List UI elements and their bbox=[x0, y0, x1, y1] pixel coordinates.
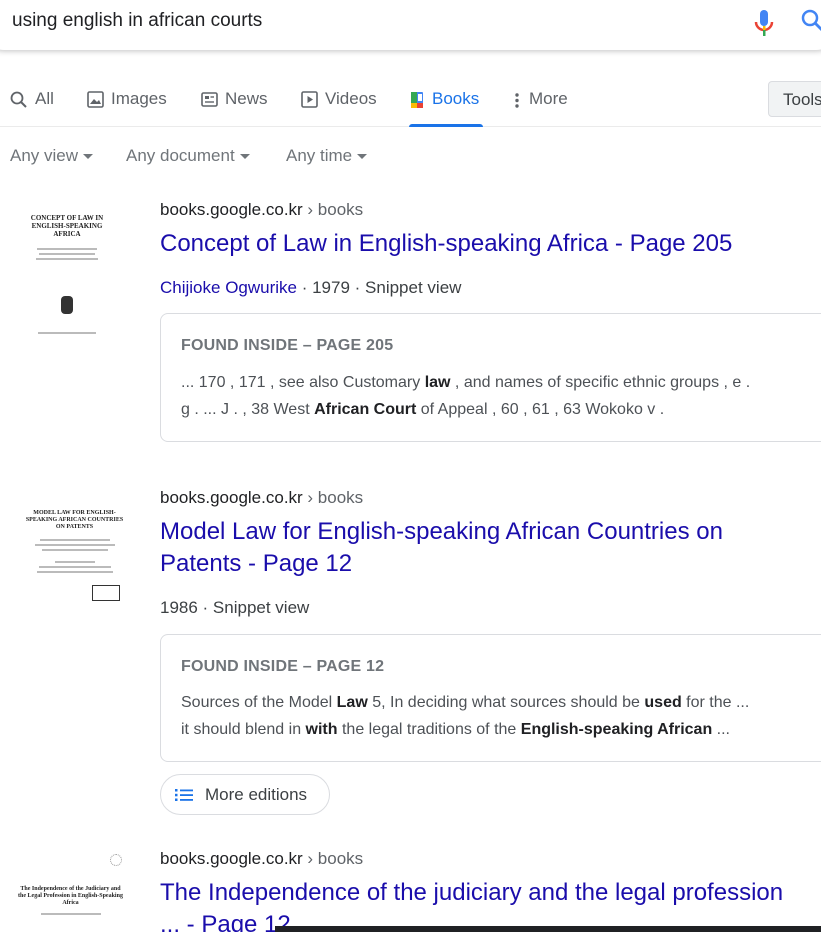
snippet-card: FOUND INSIDE – PAGE 12 Sources of the Mo… bbox=[160, 634, 821, 762]
search-tabs: All Images News Videos Books More Tools bbox=[0, 80, 821, 127]
filter-any-time[interactable]: Any time bbox=[286, 146, 368, 166]
microphone-icon[interactable] bbox=[753, 8, 775, 38]
author-link[interactable]: Chijioke Ogwurike bbox=[160, 278, 297, 297]
result-meta: 1986 · Snippet view bbox=[160, 598, 310, 617]
video-icon bbox=[301, 91, 318, 108]
result-cite: books.google.co.kr › books bbox=[160, 849, 364, 868]
result-title-link[interactable]: Model Law for English-speaking African C… bbox=[160, 516, 820, 580]
found-inside-label: FOUND INSIDE – PAGE 12 bbox=[181, 658, 385, 675]
tab-all[interactable]: All bbox=[10, 89, 54, 127]
filter-any-view[interactable]: Any view bbox=[10, 146, 94, 166]
book-cover-thumbnail[interactable]: MODEL LAW FOR ENGLISH-SPEAKING AFRICAN C… bbox=[22, 508, 127, 668]
more-vert-icon bbox=[515, 93, 519, 108]
caret-down-icon bbox=[83, 153, 94, 159]
tab-more[interactable]: More bbox=[512, 89, 568, 127]
tab-videos[interactable]: Videos bbox=[301, 89, 377, 127]
result-title-link[interactable]: Concept of Law in English-speaking Afric… bbox=[160, 228, 820, 260]
stamp-icon bbox=[92, 585, 120, 601]
emblem-icon bbox=[61, 296, 73, 314]
tab-books[interactable]: Books bbox=[409, 89, 483, 127]
more-editions-button[interactable]: More editions bbox=[160, 774, 330, 815]
taskbar-edge bbox=[275, 926, 821, 932]
snippet-card: FOUND INSIDE – PAGE 205 ... 170 , 171 , … bbox=[160, 313, 821, 442]
result-title-link[interactable]: The Independence of the judiciary and th… bbox=[160, 877, 820, 932]
image-icon bbox=[87, 91, 104, 108]
result-cite: books.google.co.kr › books bbox=[160, 488, 364, 507]
result-cite: books.google.co.kr › books bbox=[160, 200, 364, 219]
emblem-icon bbox=[110, 854, 122, 866]
tools-button[interactable]: Tools bbox=[768, 81, 821, 117]
news-icon bbox=[201, 92, 218, 107]
snippet-text: Sources of the Model Law 5, In deciding … bbox=[181, 694, 750, 738]
book-cover-thumbnail[interactable]: The Independence of the Judiciary and th… bbox=[18, 850, 123, 932]
filter-any-document[interactable]: Any document bbox=[126, 146, 250, 166]
book-cover-thumbnail[interactable]: CONCEPT OF LAW IN ENGLISH-SPEAKING AFRIC… bbox=[27, 210, 107, 370]
caret-down-icon bbox=[239, 153, 250, 159]
snippet-text: ... 170 , 171 , see also Customary law ,… bbox=[181, 374, 751, 418]
search-input[interactable]: using english in african courts bbox=[12, 10, 262, 32]
book-icon bbox=[411, 92, 423, 108]
found-inside-label: FOUND INSIDE – PAGE 205 bbox=[181, 337, 394, 354]
result-meta: Chijioke Ogwurike · 1979 · Snippet view bbox=[160, 278, 462, 297]
caret-down-icon bbox=[357, 153, 368, 159]
search-box[interactable]: using english in african courts bbox=[0, 0, 821, 50]
tab-news[interactable]: News bbox=[201, 89, 268, 127]
list-icon bbox=[175, 788, 193, 801]
search-icon[interactable] bbox=[800, 8, 821, 34]
search-icon bbox=[10, 91, 27, 108]
tab-images[interactable]: Images bbox=[87, 89, 167, 127]
